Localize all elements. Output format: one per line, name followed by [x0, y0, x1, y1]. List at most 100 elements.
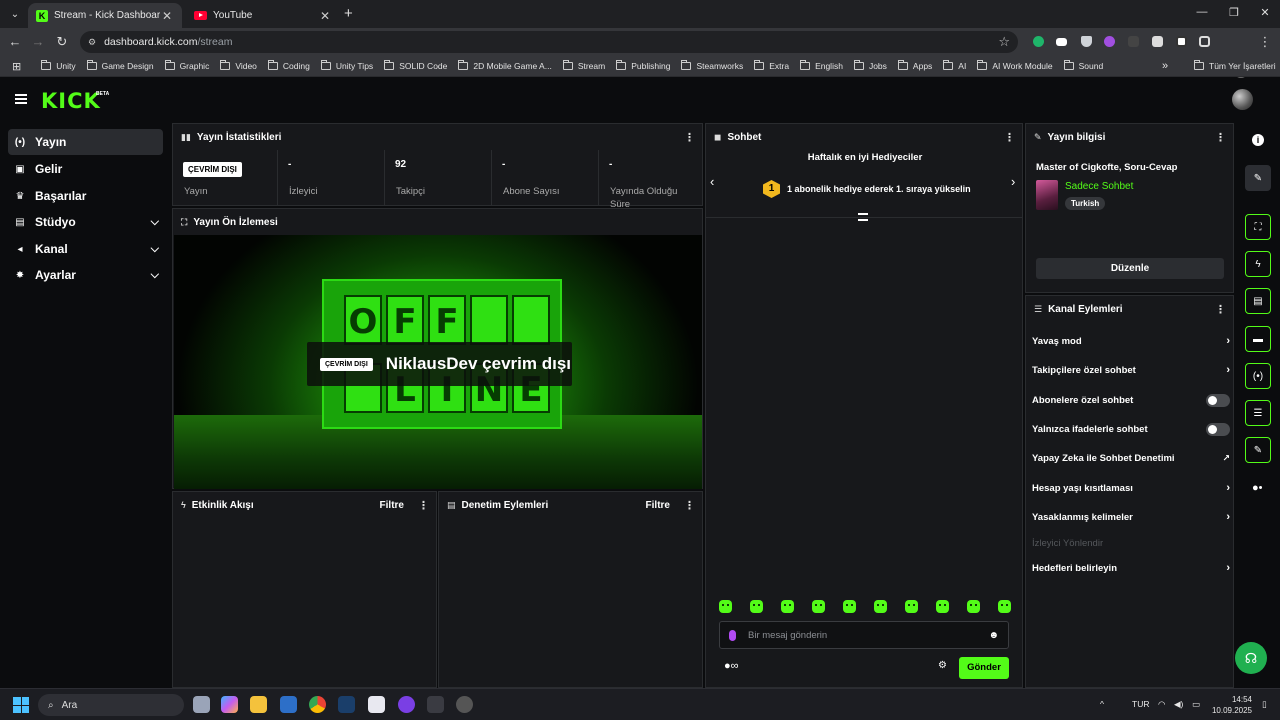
sidebar-item-ayarlar[interactable]: ✸ Ayarlar ⌵	[8, 262, 163, 288]
bookmark-folder[interactable]: Apps	[897, 60, 932, 71]
emote-icon[interactable]	[874, 600, 887, 613]
extension-video-icon[interactable]	[1056, 38, 1067, 46]
copilot-icon[interactable]	[221, 696, 238, 713]
sidebar-item-yayin[interactable]: (•) Yayın	[8, 129, 163, 155]
emote-icon[interactable]	[998, 600, 1011, 613]
file-explorer-icon[interactable]	[250, 696, 267, 713]
bookmark-folder[interactable]: Coding	[267, 60, 310, 71]
url-bar[interactable]: ⚙ dashboard.kick.com/stream ☆	[80, 31, 1018, 53]
kick-logo[interactable]: KICK	[41, 89, 101, 113]
more-options-icon[interactable]: ⋮	[1004, 131, 1015, 144]
battery-icon[interactable]: ▭	[1192, 699, 1200, 710]
more-options-icon[interactable]: ⋮	[418, 499, 429, 512]
bookmark-folder[interactable]: English	[800, 60, 843, 71]
volume-icon[interactable]: ◀)	[1174, 699, 1183, 710]
browser-menu-icon[interactable]: ⋮	[1256, 33, 1274, 51]
action-slow-mode[interactable]: Yavaş mod ›	[1032, 331, 1230, 351]
user-avatar[interactable]	[1232, 89, 1253, 110]
site-info-icon[interactable]: ⚙	[88, 37, 96, 48]
bookmark-folder[interactable]: AI	[943, 60, 966, 71]
extension-grid-icon[interactable]	[1128, 36, 1139, 47]
rail-broadcast-button[interactable]: (•)	[1245, 363, 1271, 389]
tray-chevron-icon[interactable]: ^	[1100, 699, 1104, 709]
bookmark-folder[interactable]: 2D Mobile Game A...	[458, 60, 552, 71]
emote-icon[interactable]	[905, 600, 918, 613]
apps-grid-icon[interactable]: ⊞	[12, 60, 21, 73]
rail-moderation-button[interactable]: ▤	[1245, 288, 1271, 314]
help-support-button[interactable]: ☊	[1235, 642, 1267, 674]
back-icon[interactable]: ←	[6, 33, 24, 51]
bookmark-folder[interactable]: Unity	[41, 60, 76, 71]
bookmark-folder[interactable]: SOLID Code	[384, 60, 447, 71]
steam-icon[interactable]	[338, 696, 355, 713]
bookmark-folder[interactable]: Stream	[562, 60, 605, 71]
extension-box-icon[interactable]	[1152, 36, 1163, 47]
action-ai-moderation[interactable]: Yapay Zeka ile Sohbet Denetimi ↗	[1032, 448, 1230, 468]
bookmark-folder[interactable]: Extra	[754, 60, 789, 71]
rail-info-button[interactable]: ✎	[1245, 437, 1271, 463]
extension-shield-icon[interactable]	[1081, 36, 1092, 47]
emote-icon[interactable]	[812, 600, 825, 613]
tab-youtube[interactable]: YouTube ✕	[186, 3, 340, 28]
rail-chat-button[interactable]: ▬	[1245, 326, 1271, 352]
bookmark-folder[interactable]: Graphic	[164, 60, 209, 71]
language-indicator[interactable]: TUR	[1132, 699, 1149, 709]
emote-only-toggle[interactable]	[1206, 422, 1230, 436]
subscribers-only-toggle[interactable]	[1206, 393, 1230, 407]
restore-icon[interactable]: ❐	[1226, 6, 1242, 19]
sidebar-item-gelir[interactable]: ▣ Gelir	[8, 156, 163, 182]
rail-more-icon[interactable]: ●•	[1252, 482, 1263, 494]
more-options-icon[interactable]: ⋮	[1215, 131, 1226, 144]
bookmark-folder[interactable]: Publishing	[616, 60, 670, 71]
action-banned-words[interactable]: Yasaklanmış kelimeler ›	[1032, 507, 1230, 527]
rail-activity-button[interactable]: ϟ	[1245, 251, 1271, 277]
bookmark-folder[interactable]: Game Design	[86, 60, 154, 71]
action-account-age[interactable]: Hesap yaşı kısıtlaması ›	[1032, 478, 1230, 498]
more-options-icon[interactable]: ⋮	[684, 131, 695, 144]
filter-button[interactable]: Filtre	[380, 500, 404, 511]
bookmark-folder[interactable]: Unity Tips	[320, 60, 373, 71]
reload-icon[interactable]: ↻	[53, 33, 71, 51]
extension-square-icon[interactable]	[1176, 36, 1187, 47]
sidebar-item-studyo[interactable]: ▤ Stüdyo ⌵	[8, 209, 163, 235]
forward-icon[interactable]: →	[29, 33, 47, 51]
emote-icon[interactable]	[936, 600, 949, 613]
tab-kick-dashboard[interactable]: K Stream - Kick Dashboard ✕	[28, 3, 182, 28]
bookmark-folder[interactable]: Steamworks	[681, 60, 743, 71]
github-desktop-icon[interactable]	[398, 696, 415, 713]
close-tab-icon[interactable]: ✕	[160, 9, 174, 23]
bookmark-star-icon[interactable]: ☆	[998, 34, 1010, 50]
menu-hamburger-icon[interactable]	[15, 94, 27, 104]
taskbar-search[interactable]: ⌕ Ara	[38, 694, 184, 716]
bookmarks-more-icon[interactable]: »	[1162, 60, 1168, 72]
chat-message-input[interactable]: Bir mesaj gönderin ☻	[719, 621, 1009, 649]
kick-points-icon[interactable]: ●∞	[724, 660, 739, 672]
emote-icon[interactable]	[843, 600, 856, 613]
info-icon[interactable]: i	[1252, 134, 1264, 146]
extensions-puzzle-icon[interactable]	[1199, 36, 1210, 47]
chrome-icon[interactable]	[309, 696, 326, 713]
ms-store-icon[interactable]	[280, 696, 297, 713]
chevron-left-icon[interactable]: ‹	[710, 174, 714, 189]
new-tab-button[interactable]: +	[344, 6, 353, 21]
emoji-picker-icon[interactable]: ☻	[988, 630, 999, 641]
system-clock[interactable]: 14:54 10.09.2025	[1208, 694, 1252, 716]
category-name[interactable]: Sadece Sohbet	[1065, 181, 1133, 192]
bookmark-folder[interactable]: AI Work Module	[977, 60, 1053, 71]
chevron-right-icon[interactable]: ›	[1011, 174, 1015, 189]
filter-button[interactable]: Filtre	[646, 500, 670, 511]
window-close-icon[interactable]: ✕	[1257, 6, 1273, 19]
notifications-icon[interactable]: ▯	[1262, 699, 1267, 710]
edit-stream-info-button[interactable]: Düzenle	[1036, 258, 1224, 279]
tab-search-dropdown-icon[interactable]: ⌄	[6, 5, 24, 23]
microphone-icon[interactable]	[729, 629, 736, 641]
extension-green-icon[interactable]	[1033, 36, 1044, 47]
wifi-icon[interactable]: ◠	[1158, 699, 1165, 710]
more-options-icon[interactable]: ⋮	[1215, 303, 1226, 316]
minimize-icon[interactable]: —	[1194, 6, 1210, 18]
windows-start-icon[interactable]	[13, 697, 29, 713]
action-set-goals[interactable]: Hedefleri belirleyin ›	[1032, 558, 1230, 578]
sidebar-item-basarilar[interactable]: ♛ Başarılar	[8, 183, 163, 209]
send-button[interactable]: Gönder	[959, 657, 1009, 679]
app-icon[interactable]	[368, 696, 385, 713]
